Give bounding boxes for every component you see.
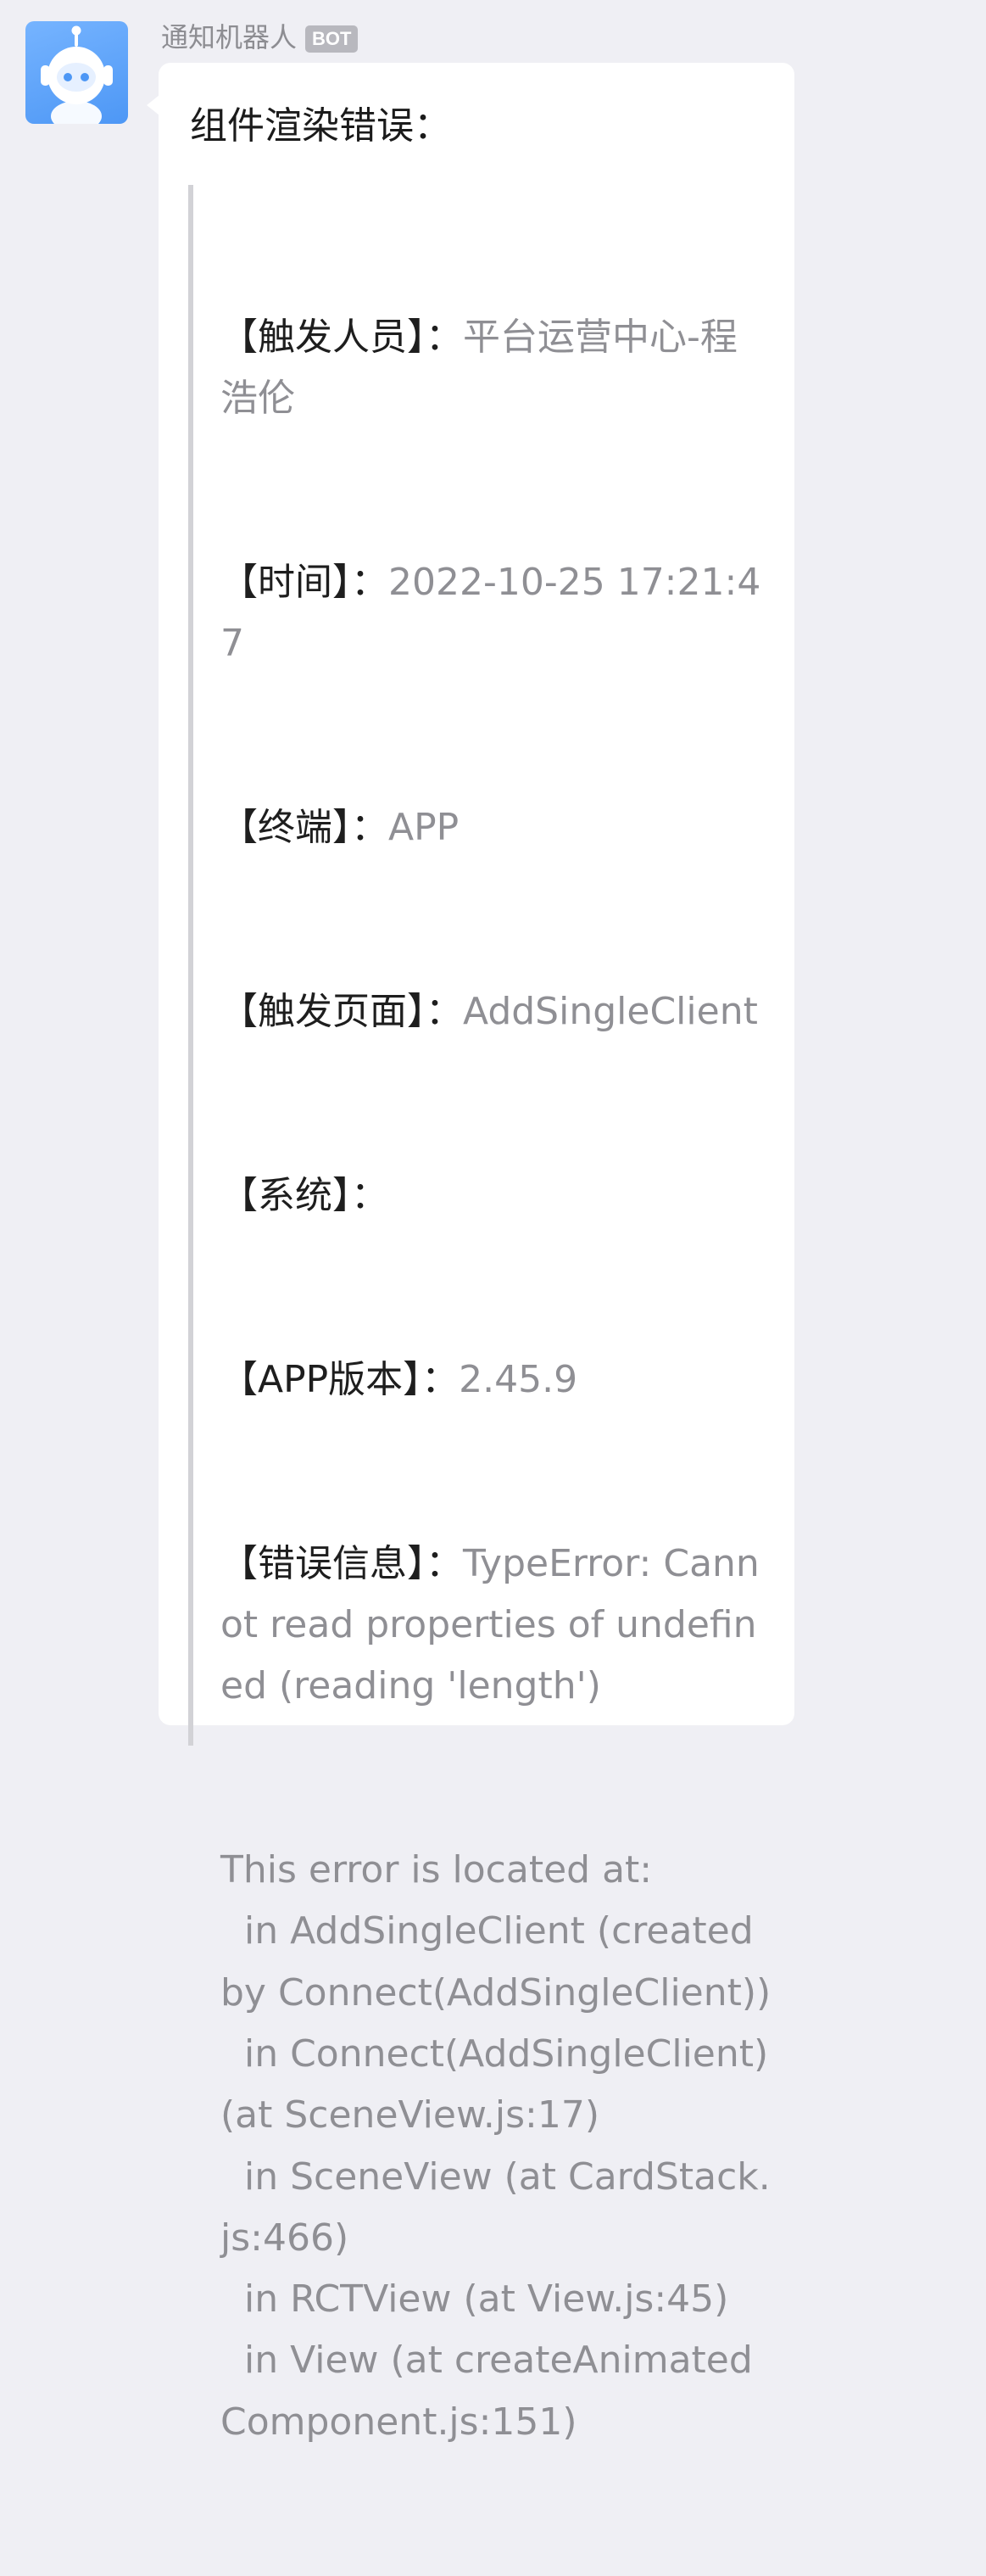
field-value: 2.45.9 — [459, 1357, 578, 1401]
field-key: 【时间】： — [220, 560, 388, 604]
field-key: 【错误信息】： — [220, 1541, 463, 1585]
message-body: 【触发人员】：平台运营中心-程浩伦 【时间】：2022-10-25 17:21:… — [220, 184, 772, 2576]
field-key: 【触发人员】： — [220, 315, 463, 359]
field-trigger-page: 【触发页面】：AddSingleClient — [220, 981, 772, 1042]
bot-avatar[interactable] — [25, 21, 128, 124]
robot-icon — [41, 25, 113, 124]
field-system: 【系统】： — [220, 1165, 772, 1227]
sender-name: 通知机器人 — [161, 21, 298, 53]
field-value: APP — [388, 805, 460, 849]
field-key: 【终端】： — [220, 805, 388, 849]
quote-bar — [188, 185, 193, 1746]
bot-badge: BOT — [305, 25, 359, 53]
stack-trace: This error is located at: in AddSingleCl… — [220, 1848, 772, 2444]
message-title: 组件渲染错误： — [190, 104, 451, 148]
field-trigger-user: 【触发人员】：平台运营中心-程浩伦 — [220, 307, 772, 430]
field-key: 【系统】： — [220, 1173, 388, 1217]
field-key: 【触发页面】： — [220, 989, 463, 1033]
field-key: 【APP版本】： — [220, 1357, 460, 1401]
bubble-tail — [147, 95, 159, 115]
field-error-info: 【错误信息】：TypeError: Cannot read properties… — [220, 1534, 772, 1718]
sender-header: 通知机器人 BOT — [161, 19, 359, 56]
message-bubble[interactable]: 组件渲染错误： 【触发人员】：平台运营中心-程浩伦 【时间】：2022-10-2… — [159, 63, 794, 2444]
field-app-version: 【APP版本】：2.45.9 — [220, 1349, 772, 1411]
field-value: AddSingleClient — [463, 989, 758, 1033]
field-terminal: 【终端】：APP — [220, 797, 772, 858]
field-time: 【时间】：2022-10-25 17:21:47 — [220, 552, 772, 675]
